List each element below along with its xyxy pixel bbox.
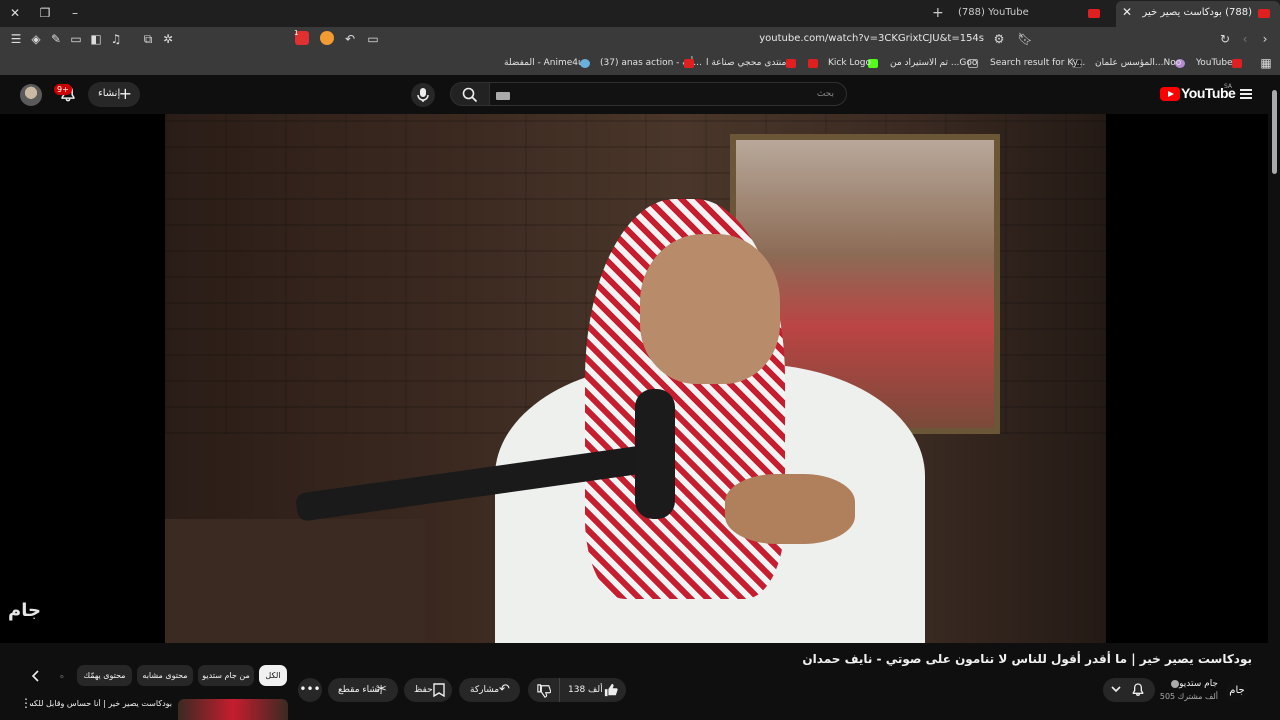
- account-avatar[interactable]: [20, 84, 42, 106]
- speaker-face: [640, 234, 780, 384]
- youtube-header: 9+ إنشاء + بحث YouTube SA: [0, 75, 1280, 114]
- youtube-bookmark-icon: [786, 59, 796, 68]
- tab-active-video[interactable]: ✕ (788) بودكاست يصير خير | ما أ...: [1116, 1, 1280, 27]
- anime-bookmark-icon: [580, 59, 590, 68]
- brave-shield-icon[interactable]: [320, 31, 334, 45]
- youtube-bookmark-icon: [808, 59, 818, 68]
- guide-menu-icon[interactable]: [1240, 89, 1252, 99]
- chip-for-you[interactable]: محتوى يهمّك: [77, 665, 132, 686]
- back-icon[interactable]: ‹: [1237, 31, 1253, 47]
- scissors-icon: ✂: [376, 682, 387, 697]
- save-label: حفظ: [414, 685, 433, 695]
- undo-icon[interactable]: ↶: [342, 31, 358, 47]
- save-bookmark-icon: [433, 683, 445, 697]
- bookmarks-bar: ▦ YouTube المؤسس علمان...Noo Search resu…: [0, 53, 1280, 75]
- channel-name[interactable]: جام ستديو: [1150, 679, 1218, 689]
- bookmark-item[interactable]: Kick Logo: [828, 58, 871, 68]
- restore-window-icon[interactable]: ❐: [35, 4, 55, 22]
- video-frame[interactable]: [165, 114, 1106, 643]
- keyboard-icon[interactable]: [496, 92, 510, 100]
- music-icon[interactable]: ♫: [108, 31, 124, 47]
- chevron-down-icon: [1111, 686, 1121, 693]
- bookmark-item[interactable]: Search result for Ky...: [990, 58, 1085, 68]
- chip-related[interactable]: محتوى مشابه: [137, 665, 193, 686]
- create-button[interactable]: إنشاء +: [88, 82, 140, 107]
- tab-title: (788) YouTube: [958, 7, 1029, 18]
- browser-tab-strip: ✕ ❐ – + (788) YouTube ✕ (788) بودكاست يص…: [0, 0, 1280, 27]
- scrollbar-thumb[interactable]: [1272, 90, 1277, 174]
- search-input[interactable]: بحث: [489, 82, 847, 106]
- thumbs-down-icon: [537, 684, 551, 698]
- shelf: [165, 519, 425, 643]
- bookmark-item[interactable]: منتدى محجي صناعة ا...: [706, 58, 795, 68]
- youtube-bookmark-icon: [1232, 59, 1242, 68]
- clip-button[interactable]: إنشاء مقطع ✂: [328, 678, 398, 702]
- forward-icon[interactable]: ›: [1257, 31, 1273, 47]
- dislike-button[interactable]: [528, 678, 560, 702]
- menu-icon[interactable]: ☰: [8, 31, 24, 47]
- subscriber-count: 505 ألف مشترك: [1159, 692, 1218, 701]
- browser-toolbar: ☰ ◈ ✎ ▭ ◧ ♫ ⧉ ✲ 1 ↶ ▭ youtube.com/watch?…: [0, 27, 1280, 53]
- new-tab-icon[interactable]: +: [932, 3, 944, 23]
- video-player[interactable]: جام: [0, 114, 1268, 643]
- chip-from-channel[interactable]: من جام ستديو: [198, 665, 254, 686]
- bookmark-item[interactable]: المؤسس علمان...Noo: [1095, 58, 1181, 68]
- video-title: بودكاست يصير خير | ما أقدر أقول للناس لا…: [802, 652, 1252, 666]
- cast-icon[interactable]: ▭: [365, 31, 381, 47]
- thumbs-up-icon: [604, 683, 618, 697]
- share-icon: ↶: [499, 682, 510, 697]
- close-tab-icon[interactable]: ✕: [1122, 5, 1132, 19]
- search-icon: [462, 87, 478, 103]
- screenshot-icon[interactable]: ⧉: [140, 31, 156, 47]
- pen-icon[interactable]: ✎: [48, 31, 64, 47]
- address-bar[interactable]: youtube.com/watch?v=3CKGrixtCJU&t=154s: [520, 33, 984, 44]
- save-button[interactable]: حفظ: [404, 678, 452, 702]
- tab-title: (788) بودكاست يصير خير | ما أ...: [1140, 7, 1252, 18]
- bookmark-icon[interactable]: 🔖︎: [1017, 31, 1033, 47]
- close-window-icon[interactable]: ✕: [5, 4, 25, 22]
- bookmark-item[interactable]: YouTube: [1196, 58, 1233, 68]
- sidebar-icon[interactable]: ◧: [88, 31, 104, 47]
- chip-all[interactable]: الكل: [259, 665, 287, 686]
- shield-icon[interactable]: ◈: [28, 31, 44, 47]
- bookmark-item[interactable]: تم الاستيراد من ...Goo: [890, 58, 977, 68]
- page-scrollbar[interactable]: [1270, 88, 1278, 718]
- apps-grid-icon[interactable]: ▦: [1258, 55, 1274, 71]
- minimize-window-icon[interactable]: –: [65, 4, 85, 22]
- youtube-bookmark-icon: [684, 59, 694, 68]
- youtube-favicon-icon: [1258, 9, 1270, 18]
- more-actions-icon[interactable]: •••: [298, 678, 322, 702]
- plus-icon: +: [118, 84, 132, 103]
- bookmark-item[interactable]: المفضلة - Anime4up: [504, 58, 589, 68]
- speaker-hands: [725, 474, 855, 544]
- recommendation-thumbnail[interactable]: [178, 699, 288, 720]
- channel-avatar[interactable]: جام: [1226, 680, 1248, 702]
- extensions-icon[interactable]: ✲: [160, 31, 176, 47]
- tab-youtube-home[interactable]: + (788) YouTube: [930, 3, 1100, 25]
- podcast-microphone: [635, 389, 675, 519]
- microphone-icon: [417, 88, 429, 102]
- reload-icon[interactable]: ↻: [1217, 31, 1233, 47]
- country-code: SA: [1224, 83, 1233, 90]
- site-settings-icon[interactable]: ⚙: [991, 31, 1007, 47]
- youtube-favicon-icon: [1088, 9, 1100, 18]
- youtube-play-logo-icon: [1160, 87, 1180, 101]
- share-button[interactable]: مشاركة ↶: [459, 678, 520, 702]
- like-button[interactable]: 138 ألف: [560, 678, 626, 702]
- window-icon[interactable]: ▭: [68, 31, 84, 47]
- chip-overflow[interactable]: ه: [54, 665, 70, 686]
- recommendation-title[interactable]: بودكاست يصير خير | أنا حساس وقابل للكسر: [30, 699, 172, 708]
- share-label: مشاركة: [470, 685, 500, 695]
- like-count: 138 ألف: [568, 685, 603, 695]
- channel-watermark[interactable]: جام: [8, 600, 41, 621]
- chevron-left-icon[interactable]: [31, 670, 41, 682]
- verified-badge-icon: [1171, 680, 1179, 688]
- subscription-button[interactable]: [1103, 678, 1155, 702]
- notification-count-badge: 9+: [54, 84, 72, 95]
- extension-badge-count: 1: [294, 29, 299, 37]
- bell-icon: [1132, 683, 1144, 696]
- search-button[interactable]: [450, 82, 490, 106]
- voice-search-button[interactable]: [411, 83, 435, 107]
- create-button-label: إنشاء: [98, 88, 121, 99]
